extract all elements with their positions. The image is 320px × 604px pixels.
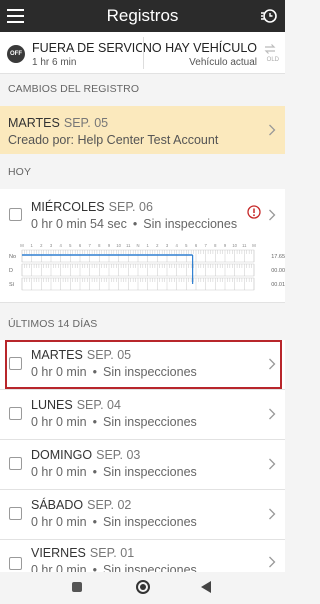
graph-hour-label: 4 — [175, 243, 178, 248]
clock-icon[interactable] — [260, 8, 278, 24]
home-icon[interactable] — [136, 580, 150, 594]
section-header-today: HOY — [0, 157, 285, 189]
entry-checkbox[interactable] — [9, 457, 22, 470]
graph-hour-label: 2 — [40, 243, 43, 248]
log-entry-row[interactable]: VIERNES SEP. 01 0 hr 0 min • Sin inspeccion… — [0, 540, 285, 572]
graph-hour-label: 3 — [166, 243, 169, 248]
entry-day: MARTES SEP. 05 — [31, 348, 132, 362]
system-nav-bar — [0, 572, 285, 604]
entry-summary: 0 hr 0 min • Sin inspecciones — [31, 563, 197, 572]
graph-hour-label: M — [252, 243, 256, 248]
entry-checkbox[interactable] — [9, 208, 22, 221]
log-change-entry[interactable]: MARTES SEP. 05 Creado por: Help Center Te… — [0, 106, 285, 154]
chevron-right-icon — [269, 408, 276, 420]
entry-day: DOMINGO SEP. 03 — [31, 448, 141, 462]
graph-hour-label: 5 — [69, 243, 72, 248]
recents-icon[interactable] — [72, 582, 82, 592]
change-created-by: Creado por: Help Center Test Account — [8, 133, 219, 147]
section-header-changes: CAMBIOS DEL REGISTRO — [0, 74, 285, 106]
log-entry-row[interactable]: DOMINGO SEP. 03 0 hr 0 min • Sin inspeccion… — [0, 440, 285, 489]
graph-hour-label: 3 — [50, 243, 53, 248]
back-icon[interactable] — [201, 581, 211, 593]
section-header-last14: ÚLTIMOS 14 DÍAS — [0, 309, 285, 341]
graph-row-total: 17.65 — [271, 254, 285, 260]
entry-checkbox[interactable] — [9, 507, 22, 520]
graph-hour-label: 9 — [108, 243, 111, 248]
graph-hour-label: 10 — [232, 243, 237, 248]
warning-icon[interactable] — [247, 205, 261, 219]
duty-time: 1 hr 6 min — [32, 57, 77, 68]
chevron-right-icon — [269, 508, 276, 520]
graph-hour-label: N — [136, 243, 139, 248]
app-bar: Registros — [0, 0, 285, 32]
entry-summary: 0 hr 0 min • Sin inspecciones — [31, 515, 197, 529]
off-duty-badge[interactable]: OFF — [7, 45, 25, 63]
graph-row-label: No — [9, 254, 16, 260]
graph-row-label: D — [9, 268, 13, 274]
swap-vehicle-icon[interactable] — [264, 43, 276, 55]
entry-summary: 0 hr 0 min 54 sec • Sin inspecciones — [31, 217, 238, 231]
section-divider — [0, 302, 285, 303]
entry-checkbox[interactable] — [9, 557, 22, 570]
entry-checkbox[interactable] — [9, 407, 22, 420]
graph-hour-label: 8 — [98, 243, 101, 248]
graph-row-label: Sí — [9, 282, 15, 288]
chevron-right-icon — [269, 209, 276, 221]
graph-hour-label: 6 — [79, 243, 82, 248]
entry-summary: 0 hr 0 min • Sin inspecciones — [31, 415, 197, 429]
graph-hour-label: 2 — [156, 243, 159, 248]
duty-status[interactable]: FUERA DE SERVICIO — [32, 41, 142, 55]
graph-hour-label: 11 — [242, 243, 247, 248]
graph-hour-label: 1 — [30, 243, 33, 248]
graph-hour-label: 4 — [59, 243, 62, 248]
graph-row-total: 00.00 — [271, 268, 285, 274]
entry-summary: 0 hr 0 min • Sin inspecciones — [31, 465, 197, 479]
graph-hour-label: 5 — [185, 243, 188, 248]
old-label: OLD — [266, 57, 279, 63]
change-day: MARTES SEP. 05 — [8, 116, 109, 130]
entry-day: VIERNES SEP. 01 — [31, 546, 135, 560]
duty-status-graph[interactable]: M 1 2 3 4 5 6 7 8 9 10 11 N 1 2 3 4 5 6 7 8 9 10 11 M No 17.65 D 00.… — [9, 242, 285, 292]
page-title: Registros — [106, 6, 179, 25]
chevron-right-icon — [269, 124, 276, 136]
log-entry-row[interactable]: LUNES SEP. 04 0 hr 0 min • Sin inspecciones — [0, 390, 285, 439]
entry-day: MIÉRCOLES SEP. 06 — [31, 200, 153, 214]
graph-hour-label: M — [20, 243, 24, 248]
entry-checkbox[interactable] — [9, 357, 22, 370]
graph-row-total: 00.01 — [271, 282, 285, 288]
graph-hour-label: 1 — [146, 243, 149, 248]
log-entry-row[interactable]: MARTES SEP. 05 0 hr 0 min • Sin inspeccione… — [0, 340, 285, 389]
graph-hour-label: 9 — [224, 243, 227, 248]
entry-day: SÁBADO SEP. 02 — [31, 498, 132, 512]
graph-hour-label: 6 — [195, 243, 198, 248]
log-entry-row[interactable]: SÁBADO SEP. 02 0 hr 0 min • Sin inspeccione… — [0, 490, 285, 539]
entry-summary: 0 hr 0 min • Sin inspecciones — [31, 365, 197, 379]
graph-hour-label: 10 — [116, 243, 121, 248]
graph-hour-label: 7 — [204, 243, 207, 248]
entry-day: LUNES SEP. 04 — [31, 398, 121, 412]
chevron-right-icon — [269, 358, 276, 370]
chevron-right-icon — [269, 458, 276, 470]
vehicle-status[interactable]: NO HAY VEHÍCULO — [143, 41, 257, 55]
vehicle-label: Vehículo actual — [189, 57, 257, 68]
graph-hour-label: 8 — [214, 243, 217, 248]
graph-hour-label: 7 — [88, 243, 91, 248]
duty-status-bar: OFF FUERA DE SERVICIO 1 hr 6 min NO HAY … — [0, 32, 285, 74]
chevron-right-icon — [269, 556, 276, 568]
graph-hour-label: 11 — [126, 243, 131, 248]
